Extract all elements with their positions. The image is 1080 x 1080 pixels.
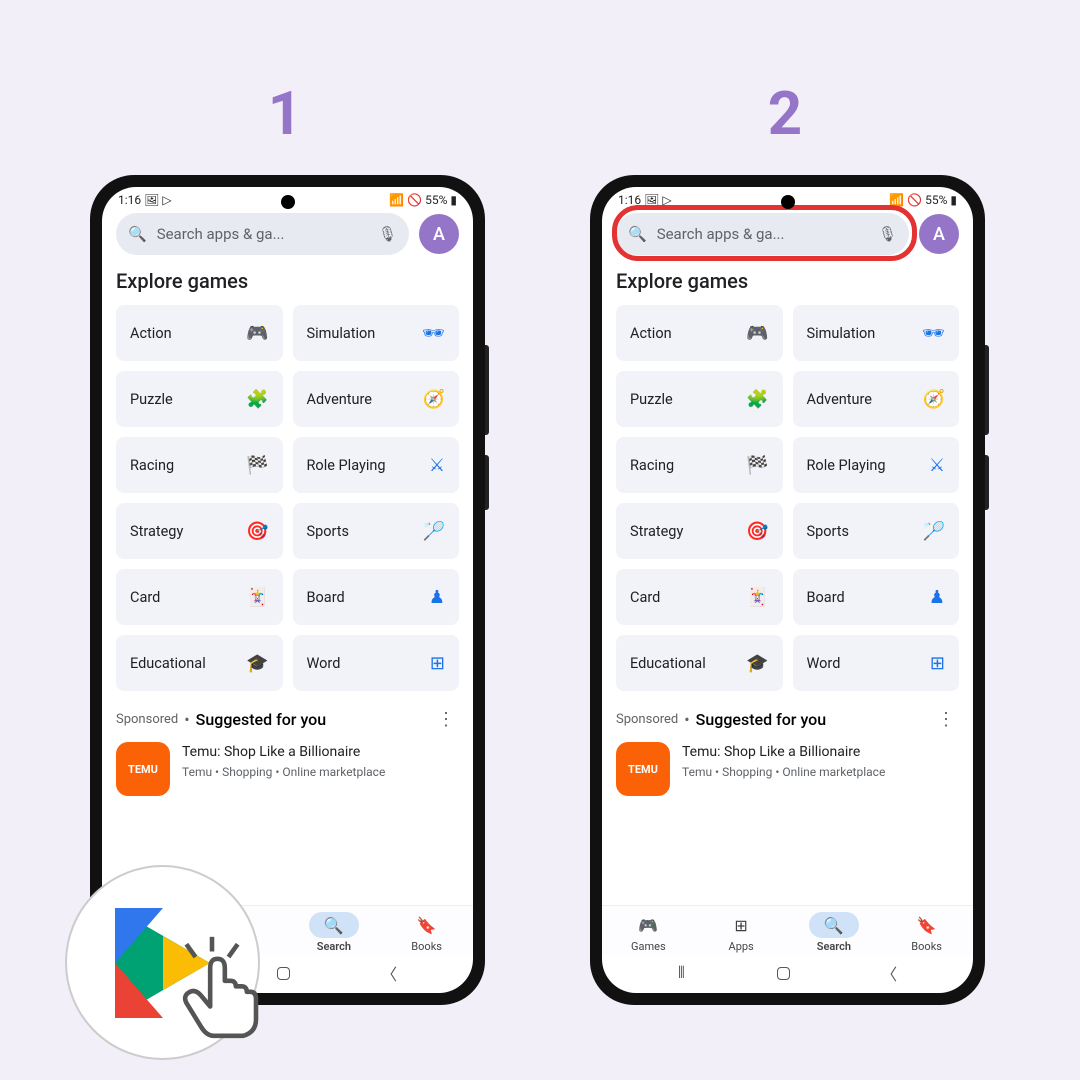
search-nav-icon: 🔍 <box>824 916 844 935</box>
category-educational[interactable]: Educational🎓 <box>616 635 783 691</box>
camera-notch <box>781 195 795 209</box>
category-card[interactable]: Card🃏 <box>116 569 283 625</box>
app-icon-temu: TEMU <box>116 742 170 796</box>
word-icon: ⊞ <box>430 653 445 674</box>
strategy-icon: 🎯 <box>246 521 268 542</box>
word-icon: ⊞ <box>930 653 945 674</box>
suggested-app[interactable]: TEMU Temu: Shop Like a Billionaire Temu … <box>116 742 459 796</box>
explore-heading: Explore games <box>616 269 959 293</box>
search-icon: 🔍 <box>628 225 647 243</box>
action-icon: 🎮 <box>246 323 268 344</box>
camera-notch <box>281 195 295 209</box>
action-icon: 🎮 <box>746 323 768 344</box>
sports-icon: 🏸 <box>923 521 945 542</box>
racing-icon: 🏁 <box>746 455 768 476</box>
nav-search[interactable]: 🔍Search <box>788 912 881 953</box>
search-bar[interactable]: 🔍 Search apps & ga... 🎙 <box>116 213 409 255</box>
mic-icon[interactable]: 🎙 <box>878 225 897 243</box>
category-word[interactable]: Word⊞ <box>793 635 960 691</box>
nav-search[interactable]: 🔍Search <box>288 912 381 953</box>
category-racing[interactable]: Racing🏁 <box>116 437 283 493</box>
category-adventure[interactable]: Adventure🧭 <box>793 371 960 427</box>
simulation-icon: 🕶 <box>422 323 445 344</box>
roleplaying-icon: ⚔ <box>929 455 945 476</box>
category-board[interactable]: Board♟ <box>793 569 960 625</box>
recents-button[interactable]: ⦀ <box>678 963 685 983</box>
search-placeholder: Search apps & ga... <box>657 225 868 243</box>
category-puzzle[interactable]: Puzzle🧩 <box>116 371 283 427</box>
card-icon: 🃏 <box>246 587 268 608</box>
books-icon: 🔖 <box>917 916 937 935</box>
puzzle-icon: 🧩 <box>746 389 768 410</box>
profile-avatar[interactable]: A <box>419 214 459 254</box>
category-sports[interactable]: Sports🏸 <box>793 503 960 559</box>
category-action[interactable]: Action🎮 <box>116 305 283 361</box>
more-icon[interactable]: ⋮ <box>933 709 959 730</box>
app-icon-temu: TEMU <box>616 742 670 796</box>
roleplaying-icon: ⚔ <box>429 455 445 476</box>
racing-icon: 🏁 <box>246 455 268 476</box>
step-number-2: 2 <box>735 78 835 149</box>
nav-books[interactable]: 🔖Books <box>880 912 973 953</box>
category-educational[interactable]: Educational🎓 <box>116 635 283 691</box>
educational-icon: 🎓 <box>246 653 268 674</box>
games-icon: 🎮 <box>638 916 658 935</box>
more-icon[interactable]: ⋮ <box>433 709 459 730</box>
apps-icon: ⊞ <box>734 916 747 935</box>
step-number-1: 1 <box>235 78 335 149</box>
back-button[interactable]: 〈 <box>381 961 397 985</box>
search-bar[interactable]: 🔍 Search apps & ga... 🎙 <box>616 213 909 255</box>
category-action[interactable]: Action🎮 <box>616 305 783 361</box>
category-puzzle[interactable]: Puzzle🧩 <box>616 371 783 427</box>
nav-apps[interactable]: ⊞Apps <box>695 912 788 953</box>
home-button[interactable] <box>277 967 290 980</box>
search-nav-icon: 🔍 <box>324 916 344 935</box>
category-simulation[interactable]: Simulation🕶 <box>293 305 460 361</box>
suggested-app[interactable]: TEMU Temu: Shop Like a Billionaire Temu … <box>616 742 959 796</box>
bottom-nav: 🎮Games ⊞Apps 🔍Search 🔖Books <box>602 905 973 955</box>
category-strategy[interactable]: Strategy🎯 <box>116 503 283 559</box>
search-icon: 🔍 <box>128 225 147 243</box>
strategy-icon: 🎯 <box>746 521 768 542</box>
sports-icon: 🏸 <box>423 521 445 542</box>
board-icon: ♟ <box>429 587 445 608</box>
nav-games[interactable]: 🎮Games <box>602 912 695 953</box>
simulation-icon: 🕶 <box>922 323 945 344</box>
educational-icon: 🎓 <box>746 653 768 674</box>
phone-frame-2: 1:16 🖼 ▷ 📶 🚫 55% ▮ 🔍 Search apps & ga...… <box>590 175 985 1005</box>
explore-heading: Explore games <box>116 269 459 293</box>
category-roleplaying[interactable]: Role Playing⚔ <box>793 437 960 493</box>
search-placeholder: Search apps & ga... <box>157 225 368 243</box>
category-strategy[interactable]: Strategy🎯 <box>616 503 783 559</box>
home-button[interactable] <box>777 967 790 980</box>
nav-books[interactable]: 🔖Books <box>380 912 473 953</box>
books-icon: 🔖 <box>417 916 437 935</box>
card-icon: 🃏 <box>746 587 768 608</box>
suggested-header: Sponsored • Suggested for you ⋮ <box>616 709 959 730</box>
category-sports[interactable]: Sports🏸 <box>293 503 460 559</box>
category-racing[interactable]: Racing🏁 <box>616 437 783 493</box>
category-roleplaying[interactable]: Role Playing⚔ <box>293 437 460 493</box>
profile-avatar[interactable]: A <box>919 214 959 254</box>
back-button[interactable]: 〈 <box>881 961 897 985</box>
mic-icon[interactable]: 🎙 <box>378 225 397 243</box>
category-word[interactable]: Word⊞ <box>293 635 460 691</box>
category-adventure[interactable]: Adventure🧭 <box>293 371 460 427</box>
tap-gesture-icon <box>168 935 278 1049</box>
adventure-icon: 🧭 <box>923 389 945 410</box>
category-simulation[interactable]: Simulation🕶 <box>793 305 960 361</box>
system-nav: ⦀ 〈 <box>602 955 973 993</box>
category-card[interactable]: Card🃏 <box>616 569 783 625</box>
suggested-header: Sponsored • Suggested for you ⋮ <box>116 709 459 730</box>
board-icon: ♟ <box>929 587 945 608</box>
category-board[interactable]: Board♟ <box>293 569 460 625</box>
puzzle-icon: 🧩 <box>246 389 268 410</box>
adventure-icon: 🧭 <box>423 389 445 410</box>
